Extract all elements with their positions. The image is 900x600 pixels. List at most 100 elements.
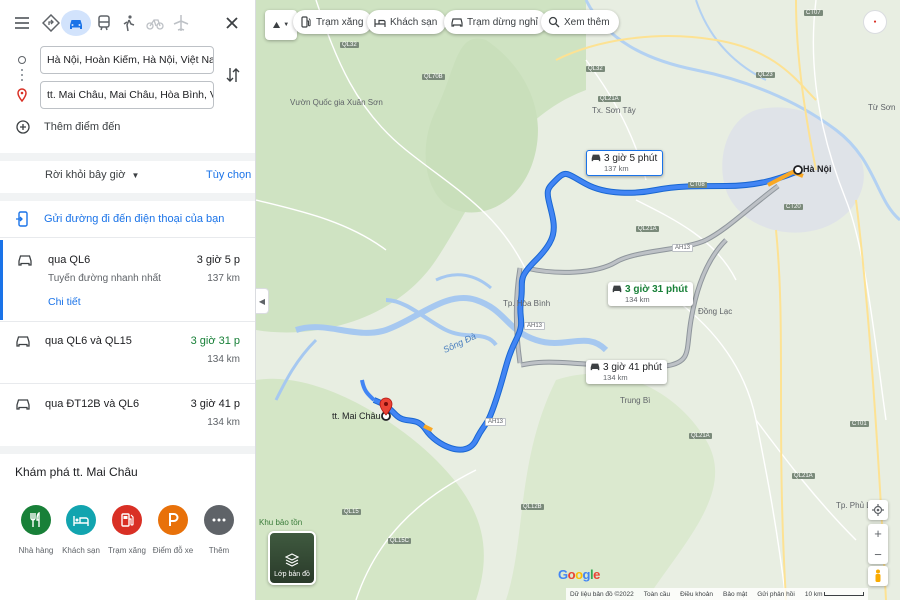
chip-label: Trạm xăng [316, 16, 364, 28]
road-shield: QL23 [756, 72, 775, 78]
map-canvas[interactable]: Vườn Quốc gia Xuân Sơn Hà Nội tt. Mai Ch… [256, 0, 900, 600]
divider [0, 153, 255, 161]
category-hotels[interactable]: Khách sạn [55, 505, 107, 555]
route-option-3[interactable]: qua ĐT12B và QL6 3 giờ 41 p 134 km [0, 384, 255, 446]
route-distance: 134 km [207, 417, 240, 428]
bed-icon [73, 516, 89, 526]
destination-input[interactable]: tt. Mai Châu, Mai Châu, Hòa Bình, Việt N… [40, 81, 214, 109]
road-shield: QL70B [422, 74, 445, 80]
send-to-phone-link[interactable]: Gửi đường đi đến điện thoại của bạn [16, 211, 224, 227]
add-destination-button[interactable]: Thêm điểm đến [16, 120, 120, 134]
map-layers-button[interactable]: Lớp bản đồ [268, 531, 316, 585]
category-more[interactable]: Thêm [193, 505, 245, 555]
chip-hotels[interactable]: Khách sạn [367, 10, 447, 34]
route-name: qua QL6 [48, 254, 91, 266]
plus-circle-icon [16, 120, 30, 134]
flight-mode-icon[interactable] [170, 12, 192, 34]
divider [0, 237, 255, 238]
zoom-in-button[interactable]: + [874, 526, 882, 541]
layers-label: Lớp bản đồ [274, 571, 310, 578]
swap-icon[interactable] [226, 66, 240, 84]
footer-link-feedback[interactable]: Gửi phản hồi [757, 591, 795, 598]
directions-panel: Hà Nội, Hoàn Kiếm, Hà Nội, Việt Nam tt. … [0, 0, 256, 600]
account-avatar[interactable]: ● [863, 10, 887, 34]
transit-mode-icon[interactable] [93, 12, 115, 34]
car-icon [16, 336, 30, 347]
chip-more[interactable]: Xem thêm [541, 10, 619, 34]
origin-input[interactable]: Hà Nội, Hoàn Kiếm, Hà Nội, Việt Nam [40, 46, 214, 74]
zoom-controls: + − [868, 524, 888, 564]
route-label-1[interactable]: 3 giờ 5 phút 137 km [586, 150, 664, 176]
park-label: Vườn Quốc gia Xuân Sơn [290, 98, 383, 107]
road-shield: AH13 [485, 418, 507, 426]
leave-now-label: Rời khỏi bây giờ [45, 169, 126, 181]
route-label-distance: 134 km [603, 373, 628, 382]
route-dots [21, 69, 23, 83]
route-label-distance: 134 km [625, 295, 650, 304]
chip-gas-stations[interactable]: Trạm xăng [293, 10, 373, 34]
car-icon [16, 399, 30, 410]
map-data-copyright: Dữ liệu bản đồ ©2022 [570, 590, 634, 598]
map-tools-button[interactable]: ⛰ ▼ [265, 10, 297, 40]
category-label: Trạm xăng [108, 546, 146, 555]
route-subtitle: Tuyến đường nhanh nhất [48, 273, 161, 284]
caret-down-icon: ▼ [131, 170, 140, 180]
pegman-icon [875, 569, 881, 582]
zoom-out-button[interactable]: − [874, 547, 882, 562]
phone-send-icon [16, 211, 28, 227]
car-mode-icon[interactable] [61, 10, 91, 36]
category-gas-stations[interactable]: Trạm xăng [101, 505, 153, 555]
route-label-3[interactable]: 3 giờ 41 phút 134 km [586, 360, 667, 384]
sontay-label: Tx. Sơn Tây [592, 106, 636, 115]
chip-rest-stops[interactable]: Trạm dừng nghỉ [444, 10, 547, 34]
map-footer: Dữ liệu bản đồ ©2022 Toàn cầu Điều khoản… [566, 588, 869, 600]
more-icon [212, 518, 226, 522]
category-parking[interactable]: Điểm đỗ xe [147, 505, 199, 555]
car-icon [612, 285, 622, 293]
cycling-mode-icon[interactable] [144, 12, 166, 34]
hanoi-label: Hà Nội [803, 164, 832, 174]
caret-down-icon: ▼ [283, 22, 290, 28]
route-option-1[interactable]: qua QL6 3 giờ 5 p Tuyến đường nhanh nhất… [0, 240, 255, 320]
leave-now-dropdown[interactable]: Rời khỏi bây giờ ▼ [45, 169, 139, 181]
road-shield: QL15C [388, 538, 412, 544]
car-icon [18, 255, 32, 266]
route-time: 3 giờ 31 p [190, 335, 240, 347]
close-icon[interactable] [221, 12, 243, 34]
fork-knife-icon [30, 512, 40, 527]
walking-mode-icon[interactable] [118, 12, 140, 34]
footer-link-privacy[interactable]: Bảo mật [723, 591, 747, 598]
route-label-time: 3 giờ 31 phút [625, 284, 688, 295]
footer-link-global[interactable]: Toàn cầu [644, 591, 670, 598]
route-name: qua ĐT12B và QL6 [45, 398, 140, 410]
route-option-2[interactable]: qua QL6 và QL15 3 giờ 31 p 134 km [0, 321, 255, 383]
road-shield: QL32 [586, 66, 605, 72]
road-shield: QL21A [792, 473, 815, 479]
best-route-icon[interactable] [40, 12, 62, 34]
tools-icon: ⛰ [272, 19, 281, 30]
footer-link-terms[interactable]: Điều khoản [680, 591, 713, 598]
add-destination-label: Thêm điểm đến [44, 121, 121, 133]
pegman-button[interactable] [868, 566, 888, 586]
category-label: Thêm [208, 546, 230, 555]
menu-icon[interactable] [11, 12, 33, 34]
route-label-time: 3 giờ 5 phút [604, 153, 658, 164]
hoabinh-label: Tp. Hòa Bình [503, 299, 551, 308]
options-link[interactable]: Tùy chọn [206, 169, 251, 181]
road-shield: CT20 [784, 204, 803, 210]
gas-pump-icon [121, 513, 134, 527]
road-shield: AH13 [672, 244, 694, 252]
search-icon [548, 16, 560, 28]
travel-mode-bar [0, 0, 255, 46]
route-label-2[interactable]: 3 giờ 31 phút 134 km [608, 282, 693, 306]
bed-icon [374, 19, 386, 27]
donglac-label: Đồng Lạc [698, 307, 733, 316]
my-location-button[interactable] [868, 500, 888, 520]
gas-pump-icon [301, 16, 311, 28]
route-distance: 137 km [207, 273, 240, 284]
collapse-panel-button[interactable]: ◀ [256, 288, 269, 314]
divider [0, 193, 255, 201]
origin-dot-icon [18, 56, 26, 64]
route-details-link[interactable]: Chi tiết [48, 296, 81, 308]
scale-indicator[interactable]: 10 km [805, 591, 865, 598]
